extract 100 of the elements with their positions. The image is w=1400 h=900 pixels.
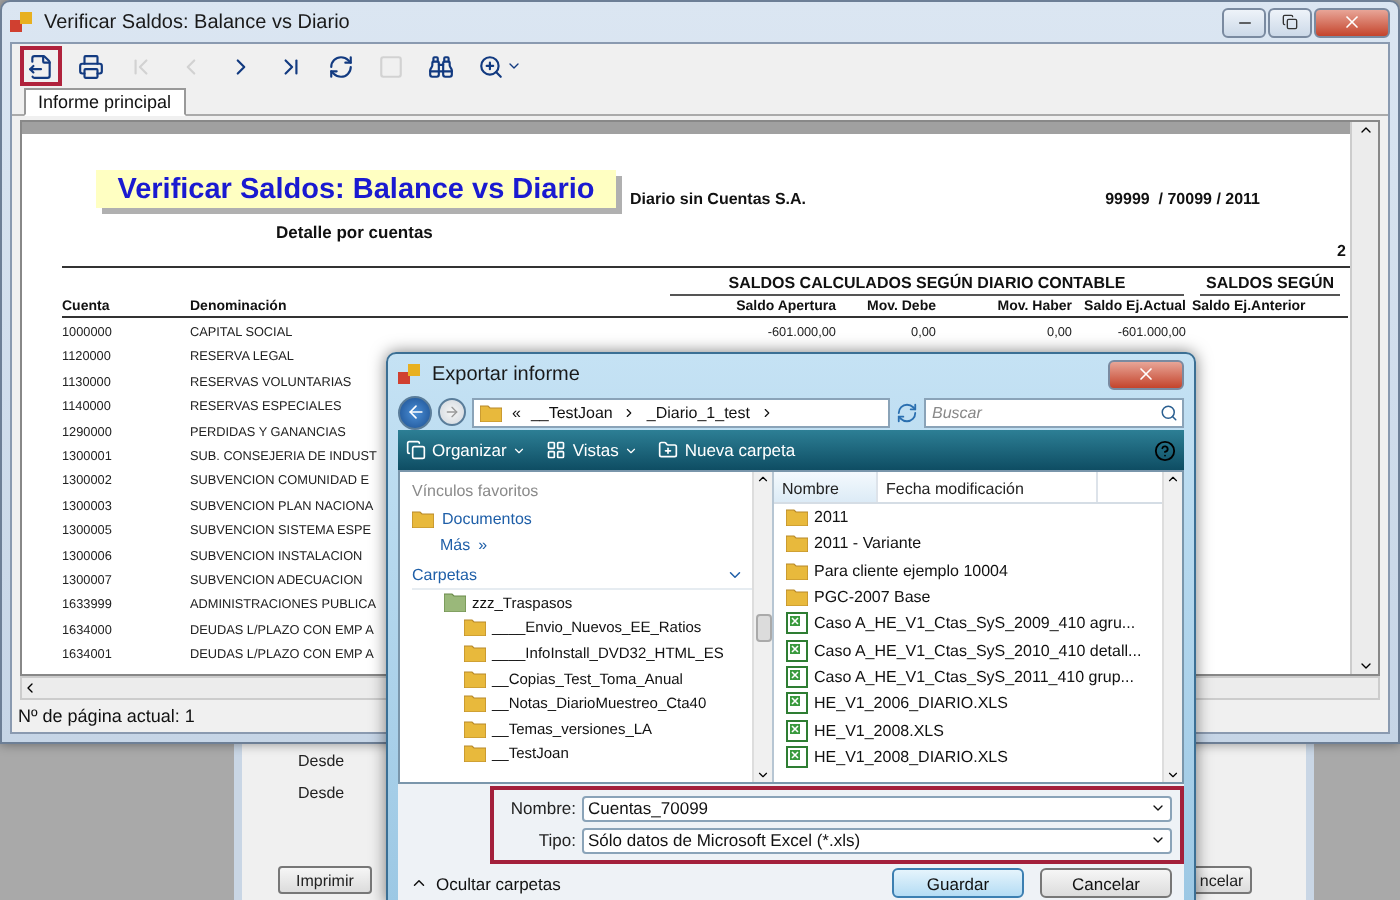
folder-icon — [464, 669, 486, 688]
section-header[interactable]: Carpetas — [412, 566, 477, 584]
dialog-button[interactable]: Imprimir — [278, 866, 372, 894]
file-item[interactable]: PGC-2007 Base — [814, 588, 931, 607]
file-item[interactable]: HE_V1_2008.XLS — [814, 721, 944, 740]
window-title: Verificar Saldos: Balance vs Diario — [44, 11, 350, 33]
vertical-scrollbar[interactable] — [1350, 122, 1378, 674]
scroll-left-icon — [22, 680, 38, 696]
favorite-link[interactable]: Documentos — [412, 506, 752, 532]
address-bar[interactable]: « __TestJoan _Diario_1_test — [472, 397, 890, 427]
scroll-down-icon — [1166, 768, 1180, 782]
file-item[interactable]: 2011 — [814, 508, 849, 527]
scroll-down-icon — [756, 768, 770, 782]
toolbar-button[interactable]: Organizar — [406, 440, 527, 460]
app-icon — [10, 10, 34, 34]
refresh-icon — [328, 53, 354, 79]
dialog-button[interactable]: Guardar — [892, 868, 1024, 898]
report-subtitle: Detalle por cuentas — [276, 222, 435, 242]
file-type-dropdown[interactable]: Sólo datos de Microsoft Excel (*.xls) — [582, 827, 1172, 853]
folder-icon — [786, 534, 808, 553]
field-label: Tipo: — [536, 830, 576, 850]
status-text: Nº de página actual: 1 — [18, 706, 195, 726]
maximize-button[interactable] — [1268, 7, 1312, 37]
export-icon — [28, 53, 54, 79]
close-button[interactable] — [1314, 7, 1390, 37]
pages-icon — [406, 440, 426, 460]
scroll-thumb[interactable] — [755, 613, 771, 641]
caret-icon — [506, 58, 522, 74]
file-item[interactable]: Caso A_HE_V1_Ctas_SyS_2009_410 agru... — [814, 614, 1136, 633]
help-icon[interactable] — [1154, 439, 1176, 461]
toolbar-button[interactable]: Nueva carpeta — [658, 440, 796, 460]
zoom-icon — [478, 53, 504, 79]
printer-icon — [78, 53, 104, 79]
spreadsheet-file-icon — [786, 665, 808, 688]
column-group-header: SALDOS CALCULADOS SEGÚN DIARIO CONTABLE — [670, 274, 1184, 296]
folder-icon — [786, 561, 808, 580]
field-label: Desde — [298, 752, 347, 774]
spreadsheet-file-icon — [786, 692, 808, 715]
column-group-header: SALDOS SEGÚN — [1200, 274, 1340, 296]
last-page-icon — [278, 53, 304, 79]
collapse-icon — [410, 874, 428, 892]
close-icon — [1342, 12, 1362, 32]
close-icon — [1136, 364, 1156, 384]
vertical-scrollbar[interactable] — [1162, 472, 1182, 782]
report-title: Verificar Saldos: Balance vs Diario — [96, 170, 616, 208]
column-header[interactable]: Nombre — [774, 472, 878, 502]
spreadsheet-file-icon — [786, 719, 808, 742]
spreadsheet-file-icon — [786, 639, 808, 662]
dialog-button[interactable]: ncelar — [1191, 866, 1252, 894]
more-mark[interactable]: » — [478, 536, 488, 554]
stop-icon — [378, 53, 404, 79]
scroll-up-icon — [1166, 472, 1180, 486]
favorite-link[interactable]: Más » — [412, 532, 752, 558]
restore-icon — [1282, 14, 1298, 30]
vertical-scrollbar[interactable] — [752, 472, 772, 782]
folder-icon — [444, 592, 466, 613]
field-label: Nombre: — [508, 798, 576, 818]
dialog-button[interactable]: Cancelar — [1040, 868, 1172, 898]
forward-button[interactable] — [438, 398, 466, 426]
refresh-icon[interactable] — [896, 401, 918, 423]
binoculars-icon — [428, 53, 454, 79]
column-header[interactable]: Fecha modificación — [878, 472, 1098, 502]
toolbar-button[interactable]: Vistas — [546, 440, 639, 460]
chevron-icon[interactable] — [726, 566, 744, 584]
back-arrow-icon — [405, 402, 425, 422]
folder-icon — [786, 588, 808, 607]
page-mark: 2 — [1337, 242, 1346, 260]
folder-icon — [412, 510, 434, 528]
chevron-icon — [759, 405, 774, 419]
search-field[interactable]: Buscar — [924, 397, 1184, 427]
folder-icon — [480, 403, 502, 421]
spreadsheet-file-icon — [786, 612, 808, 635]
file-item[interactable]: 2011 - Variante — [814, 534, 922, 553]
forward-arrow-icon — [444, 404, 460, 420]
folder-icon — [786, 508, 808, 527]
tab[interactable]: Informe principal — [24, 88, 186, 116]
field-label: Desde — [298, 784, 347, 806]
company-name: Diario sin Cuentas S.A. — [630, 190, 807, 208]
new-folder-icon — [658, 440, 679, 460]
spreadsheet-file-icon — [786, 745, 808, 768]
back-button[interactable] — [398, 395, 432, 429]
file-item[interactable]: Para cliente ejemplo 10004 — [814, 561, 1008, 580]
app-icon — [398, 362, 422, 386]
scroll-down-icon — [1357, 658, 1373, 674]
caret-icon — [512, 443, 527, 457]
file-item[interactable]: HE_V1_2008_DIARIO.XLS — [814, 747, 1008, 766]
folder-icon — [464, 719, 486, 738]
grid-icon — [546, 440, 567, 460]
report-code: 99999 / 70099 / 2011 — [1105, 190, 1260, 208]
caret-icon — [624, 443, 639, 457]
hide-folders-button[interactable]: Ocultar carpetas — [410, 873, 561, 893]
file-item[interactable]: HE_V1_2006_DIARIO.XLS — [814, 694, 1008, 713]
file-item[interactable]: Caso A_HE_V1_Ctas_SyS_2010_410 detall... — [814, 641, 1142, 660]
file-item[interactable]: Caso A_HE_V1_Ctas_SyS_2011_410 grup... — [814, 667, 1134, 686]
toolbar-button[interactable] — [20, 46, 62, 86]
close-button[interactable] — [1108, 359, 1184, 389]
scroll-up-icon — [756, 472, 770, 486]
file-name-field[interactable]: Cuentas_70099 — [582, 795, 1172, 821]
folder-icon — [464, 618, 486, 637]
chevron-icon — [622, 405, 637, 419]
